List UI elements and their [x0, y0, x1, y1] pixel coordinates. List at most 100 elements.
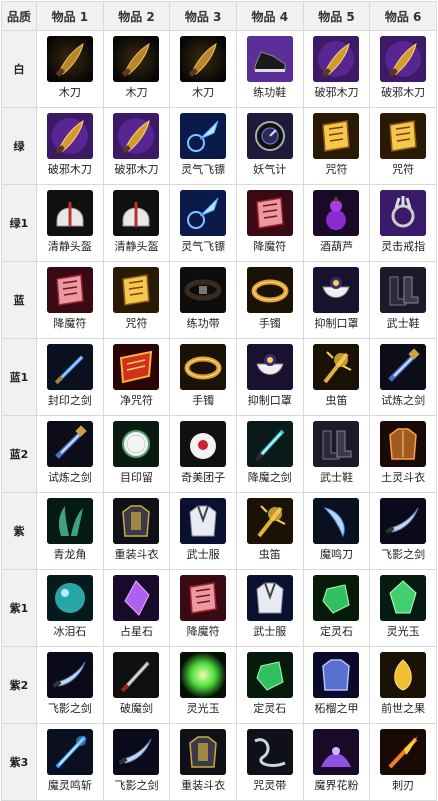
item-card[interactable]: 封印之剑	[37, 339, 103, 415]
item-card[interactable]: 练功鞋	[237, 31, 303, 107]
item-card[interactable]: 灵气飞镖	[170, 108, 236, 184]
item-card[interactable]: 抑制口罩	[237, 339, 303, 415]
item-card[interactable]: 占星石	[104, 570, 170, 646]
item-card[interactable]: 魔鸣刀	[304, 493, 370, 569]
item-cell[interactable]: 刺刃	[369, 723, 437, 801]
item-cell[interactable]: 武士服	[169, 492, 237, 570]
item-cell[interactable]: 手镯	[169, 338, 237, 416]
item-card[interactable]: 灵光玉	[370, 570, 436, 646]
item-card[interactable]: 目印留	[104, 416, 170, 492]
item-cell[interactable]: 净咒符	[102, 338, 171, 416]
item-cell[interactable]: 封印之剑	[36, 338, 104, 416]
item-cell[interactable]: 飞影之剑	[36, 646, 104, 724]
item-card[interactable]: 清静头盔	[37, 185, 103, 261]
item-card[interactable]: 灵光玉	[170, 647, 236, 723]
item-cell[interactable]: 魔界花粉	[302, 723, 371, 801]
item-card[interactable]: 飞影之剑	[370, 493, 436, 569]
item-cell[interactable]: 飞影之剑	[102, 723, 171, 801]
item-card[interactable]: 冰泪石	[37, 570, 103, 646]
item-cell[interactable]: 重装斗衣	[169, 723, 237, 801]
item-cell[interactable]: 降魔符	[36, 261, 104, 339]
item-cell[interactable]: 咒符	[102, 261, 171, 339]
item-card[interactable]: 破邪木刀	[104, 108, 170, 184]
item-cell[interactable]: 抑制口罩	[235, 338, 304, 416]
item-card[interactable]: 木刀	[170, 31, 236, 107]
item-card[interactable]: 试炼之剑	[37, 416, 103, 492]
item-cell[interactable]: 前世之果	[369, 646, 437, 724]
item-cell[interactable]: 占星石	[102, 569, 171, 647]
item-card[interactable]: 净咒符	[104, 339, 170, 415]
item-card[interactable]: 虫笛	[304, 339, 370, 415]
item-cell[interactable]: 清静头盔	[36, 184, 104, 262]
item-card[interactable]: 重装斗衣	[104, 493, 170, 569]
item-cell[interactable]: 灵光玉	[369, 569, 437, 647]
item-cell[interactable]: 破邪木刀	[369, 30, 437, 108]
item-card[interactable]: 酒葫芦	[304, 185, 370, 261]
item-cell[interactable]: 虫笛	[235, 492, 304, 570]
item-cell[interactable]: 破邪木刀	[302, 30, 371, 108]
item-card[interactable]: 手镯	[237, 262, 303, 338]
item-card[interactable]: 破邪木刀	[304, 31, 370, 107]
item-card[interactable]: 武士鞋	[304, 416, 370, 492]
item-card[interactable]: 灵气飞镖	[170, 185, 236, 261]
item-cell[interactable]: 武士服	[235, 569, 304, 647]
item-card[interactable]: 柘榴之甲	[304, 647, 370, 723]
item-card[interactable]: 奇美团子	[170, 416, 236, 492]
item-cell[interactable]: 魔鸣刀	[302, 492, 371, 570]
item-cell[interactable]: 武士鞋	[369, 261, 437, 339]
item-card[interactable]: 清静头盔	[104, 185, 170, 261]
item-card[interactable]: 重装斗衣	[170, 724, 236, 800]
item-cell[interactable]: 土灵斗衣	[369, 415, 437, 493]
item-card[interactable]: 虫笛	[237, 493, 303, 569]
item-cell[interactable]: 奇美团子	[169, 415, 237, 493]
item-card[interactable]: 手镯	[170, 339, 236, 415]
item-cell[interactable]: 试炼之剑	[369, 338, 437, 416]
item-card[interactable]: 咒符	[304, 108, 370, 184]
item-card[interactable]: 木刀	[37, 31, 103, 107]
item-card[interactable]: 试炼之剑	[370, 339, 436, 415]
item-card[interactable]: 木刀	[104, 31, 170, 107]
item-card[interactable]: 土灵斗衣	[370, 416, 436, 492]
item-cell[interactable]: 试炼之剑	[36, 415, 104, 493]
item-cell[interactable]: 破邪木刀	[102, 107, 171, 185]
item-card[interactable]: 破邪木刀	[37, 108, 103, 184]
item-cell[interactable]: 木刀	[102, 30, 171, 108]
item-card[interactable]: 咒灵带	[237, 724, 303, 800]
item-cell[interactable]: 灵光玉	[169, 646, 237, 724]
item-card[interactable]: 武士鞋	[370, 262, 436, 338]
item-cell[interactable]: 青龙角	[36, 492, 104, 570]
item-card[interactable]: 魔灵鸣斩	[37, 724, 103, 800]
item-card[interactable]: 刺刃	[370, 724, 436, 800]
item-card[interactable]: 青龙角	[37, 493, 103, 569]
item-cell[interactable]: 抑制口罩	[302, 261, 371, 339]
item-cell[interactable]: 重装斗衣	[102, 492, 171, 570]
item-card[interactable]: 降魔符	[237, 185, 303, 261]
item-cell[interactable]: 魔灵鸣斩	[36, 723, 104, 801]
item-cell[interactable]: 柘榴之甲	[302, 646, 371, 724]
item-cell[interactable]: 武士鞋	[302, 415, 371, 493]
item-cell[interactable]: 咒符	[302, 107, 371, 185]
item-card[interactable]: 武士服	[237, 570, 303, 646]
item-card[interactable]: 妖气计	[237, 108, 303, 184]
item-cell[interactable]: 目印留	[102, 415, 171, 493]
item-card[interactable]: 飞影之剑	[37, 647, 103, 723]
item-card[interactable]: 破魔剑	[104, 647, 170, 723]
item-card[interactable]: 抑制口罩	[304, 262, 370, 338]
item-card[interactable]: 前世之果	[370, 647, 436, 723]
item-cell[interactable]: 清静头盔	[102, 184, 171, 262]
item-cell[interactable]: 降魔符	[235, 184, 304, 262]
item-card[interactable]: 定灵石	[237, 647, 303, 723]
item-cell[interactable]: 降魔之剑	[235, 415, 304, 493]
item-cell[interactable]: 妖气计	[235, 107, 304, 185]
item-cell[interactable]: 练功带	[169, 261, 237, 339]
item-card[interactable]: 灵击戒指	[370, 185, 436, 261]
item-card[interactable]: 降魔之剑	[237, 416, 303, 492]
item-cell[interactable]: 降魔符	[169, 569, 237, 647]
item-card[interactable]: 武士服	[170, 493, 236, 569]
item-cell[interactable]: 酒葫芦	[302, 184, 371, 262]
item-card[interactable]: 咒符	[370, 108, 436, 184]
item-cell[interactable]: 破邪木刀	[36, 107, 104, 185]
item-card[interactable]: 定灵石	[304, 570, 370, 646]
item-cell[interactable]: 木刀	[36, 30, 104, 108]
item-card[interactable]: 练功带	[170, 262, 236, 338]
